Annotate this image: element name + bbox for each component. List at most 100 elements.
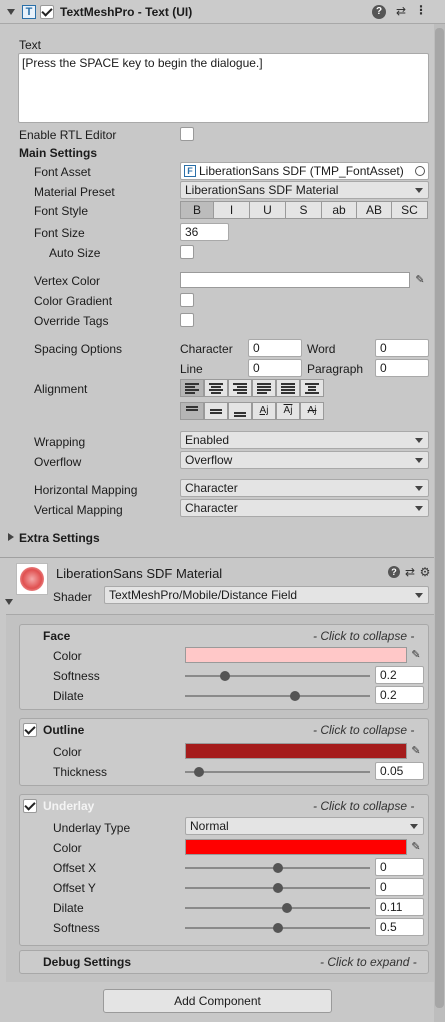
debug-expand-hint[interactable]: - Click to expand - [320, 955, 417, 969]
underlay-dilate-field[interactable]: 0.11 [375, 898, 424, 916]
text-label: Text [19, 38, 42, 52]
align-geometry-center-button[interactable] [300, 379, 324, 397]
wrapping-dropdown[interactable]: Enabled [180, 431, 429, 449]
outline-enable-checkbox[interactable] [23, 723, 37, 737]
align-capline-button[interactable]: Aj [300, 402, 324, 420]
align-midline-button[interactable]: Aj [276, 402, 300, 420]
underlay-softness-field[interactable]: 0.5 [375, 918, 424, 936]
overflow-dropdown[interactable]: Overflow [180, 451, 429, 469]
align-baseline-button[interactable]: Aj [252, 402, 276, 420]
outline-thickness-slider-handle[interactable] [193, 767, 204, 777]
debug-header[interactable]: Debug Settings [43, 955, 131, 969]
text-area[interactable]: [Press the SPACE key to begin the dialog… [18, 53, 429, 123]
chevron-down-icon [415, 486, 423, 491]
vertical-mapping-label: Vertical Mapping [34, 503, 123, 517]
underlay-collapse-hint[interactable]: - Click to collapse - [313, 799, 414, 813]
face-collapse-hint[interactable]: - Click to collapse - [313, 629, 414, 643]
font-size-field[interactable]: 36 [180, 223, 229, 241]
paragraph-spacing-field[interactable]: 0 [375, 359, 429, 377]
face-color-label: Color [53, 649, 82, 663]
face-dilate-field[interactable]: 0.2 [375, 686, 424, 704]
align-justified-button[interactable] [252, 379, 276, 397]
underlay-offset-x-slider-handle[interactable] [272, 863, 283, 873]
font-style-strike-button[interactable]: S [286, 201, 322, 219]
shader-value: TextMeshPro/Mobile/Distance Field [109, 588, 298, 602]
align-top-button[interactable] [180, 402, 204, 420]
font-style-buttons: B I U S ab AB SC [180, 201, 428, 219]
outline-header[interactable]: Outline [43, 723, 84, 737]
align-middle-button[interactable] [204, 402, 228, 420]
align-bottom-button[interactable] [228, 402, 252, 420]
font-asset-label: Font Asset [34, 165, 91, 179]
scrollbar-thumb[interactable] [435, 28, 444, 1008]
material-gear-icon[interactable]: ⚙ [419, 565, 431, 579]
outline-collapse-hint[interactable]: - Click to collapse - [313, 723, 414, 737]
align-flush-button[interactable] [276, 379, 300, 397]
outline-thickness-slider-track[interactable] [185, 771, 370, 773]
font-style-italic-button[interactable]: I [214, 201, 250, 219]
underlay-color-swatch[interactable] [185, 839, 407, 855]
outline-thickness-field[interactable]: 0.05 [375, 762, 424, 780]
extra-settings-arrow-icon[interactable] [8, 533, 14, 541]
context-menu-icon[interactable]: ⋮ [414, 3, 428, 17]
underlay-header[interactable]: Underlay [43, 799, 94, 813]
face-dilate-slider-track[interactable] [185, 695, 370, 697]
underlay-enable-checkbox[interactable] [23, 799, 37, 813]
font-asset-field[interactable]: F LiberationSans SDF (TMP_FontAsset) [180, 162, 429, 180]
override-tags-checkbox[interactable] [180, 313, 194, 327]
face-softness-field[interactable]: 0.2 [375, 666, 424, 684]
font-style-smallcaps-button[interactable]: SC [392, 201, 428, 219]
outline-color-swatch[interactable] [185, 743, 407, 759]
eyedropper-icon[interactable]: ✎ [412, 272, 428, 288]
character-spacing-field[interactable]: 0 [248, 339, 302, 357]
material-foldout-arrow-icon[interactable] [5, 599, 13, 605]
material-preset-dropdown[interactable]: LiberationSans SDF Material [180, 181, 429, 199]
horizontal-mapping-label: Horizontal Mapping [34, 483, 138, 497]
override-tags-label: Override Tags [34, 314, 109, 328]
underlay-type-dropdown[interactable]: Normal [185, 817, 424, 835]
rtl-checkbox[interactable] [180, 127, 194, 141]
align-center-button[interactable] [204, 379, 228, 397]
face-dilate-slider-handle[interactable] [290, 691, 300, 701]
vertical-mapping-value: Character [185, 501, 238, 515]
help-icon[interactable]: ? [372, 5, 386, 19]
color-gradient-checkbox[interactable] [180, 293, 194, 307]
word-spacing-field[interactable]: 0 [375, 339, 429, 357]
font-style-bold-button[interactable]: B [180, 201, 214, 219]
material-preset-value: LiberationSans SDF Material [185, 183, 339, 197]
align-right-button[interactable] [228, 379, 252, 397]
vertical-mapping-dropdown[interactable]: Character [180, 499, 429, 517]
component-enabled-checkbox[interactable] [40, 5, 54, 19]
face-softness-slider-track[interactable] [185, 675, 370, 677]
font-style-uppercase-button[interactable]: AB [357, 201, 392, 219]
face-header[interactable]: Face [43, 629, 70, 643]
font-style-label: Font Style [34, 204, 89, 218]
extra-settings-header[interactable]: Extra Settings [19, 531, 100, 545]
object-picker-icon[interactable] [415, 166, 425, 176]
underlay-offset-y-field[interactable]: 0 [375, 878, 424, 896]
add-component-button[interactable]: Add Component [103, 989, 332, 1013]
eyedropper-icon[interactable]: ✎ [408, 743, 424, 759]
preset-icon[interactable]: ⇄ [394, 4, 408, 18]
eyedropper-icon[interactable]: ✎ [408, 839, 424, 855]
vertex-color-swatch[interactable] [180, 272, 410, 288]
underlay-dilate-slider-track[interactable] [185, 907, 370, 909]
eyedropper-icon[interactable]: ✎ [408, 647, 424, 663]
underlay-offset-x-field[interactable]: 0 [375, 858, 424, 876]
auto-size-checkbox[interactable] [180, 245, 194, 259]
shader-dropdown[interactable]: TextMeshPro/Mobile/Distance Field [104, 586, 429, 604]
face-softness-slider-handle[interactable] [220, 671, 230, 681]
material-help-icon[interactable]: ? [388, 566, 400, 578]
chevron-down-icon [415, 593, 423, 598]
foldout-arrow-icon[interactable] [7, 9, 15, 15]
align-left-button[interactable] [180, 379, 204, 397]
face-color-swatch[interactable] [185, 647, 407, 663]
font-style-underline-button[interactable]: U [250, 201, 286, 219]
font-style-lowercase-button[interactable]: ab [322, 201, 357, 219]
underlay-offset-y-slider-handle[interactable] [272, 883, 283, 893]
material-preset-icon[interactable]: ⇄ [404, 565, 416, 579]
face-dilate-label: Dilate [53, 689, 84, 703]
underlay-softness-slider-handle[interactable] [272, 923, 283, 933]
line-spacing-field[interactable]: 0 [248, 359, 302, 377]
horizontal-mapping-dropdown[interactable]: Character [180, 479, 429, 497]
